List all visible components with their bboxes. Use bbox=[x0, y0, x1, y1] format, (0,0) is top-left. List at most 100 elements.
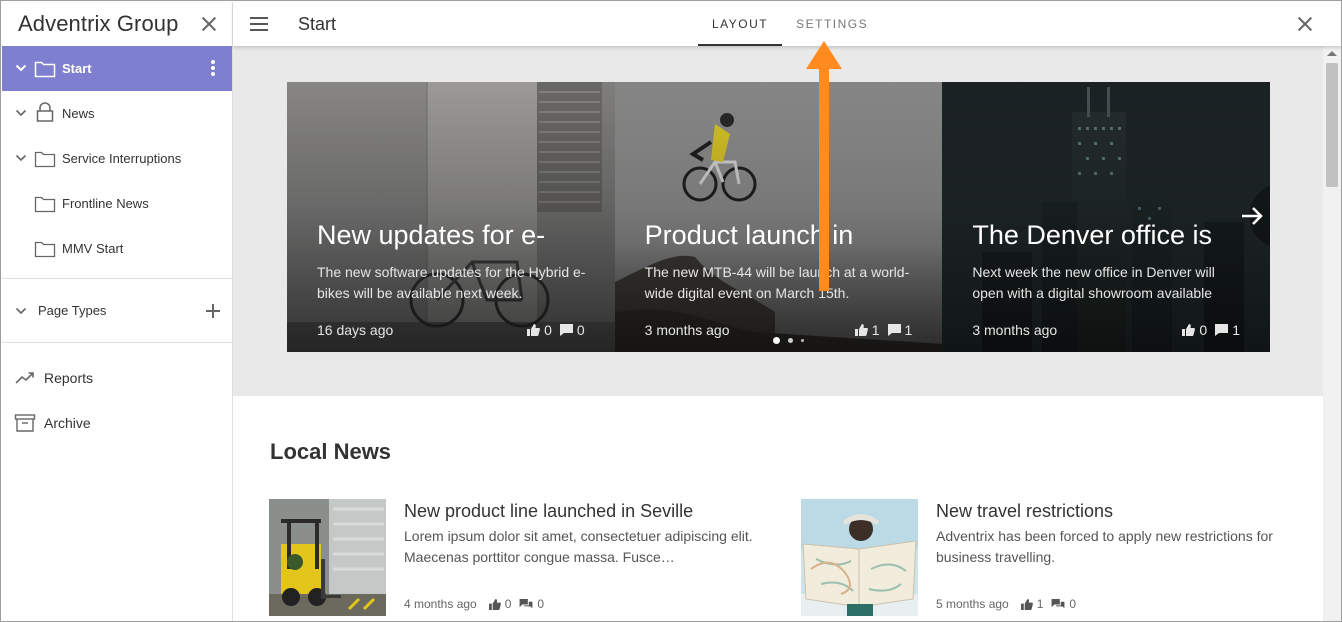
news-meta: 4 months ago 0 0 bbox=[404, 597, 544, 611]
likes-stat[interactable]: 1 bbox=[1020, 597, 1044, 611]
menu-icon[interactable] bbox=[250, 17, 268, 31]
close-icon[interactable] bbox=[1296, 15, 1314, 33]
likes-stat[interactable]: 0 bbox=[488, 597, 511, 611]
archive-box-icon bbox=[14, 413, 36, 433]
thumbs-up-icon bbox=[854, 324, 868, 336]
page-title: Start bbox=[298, 14, 337, 34]
comments-stat[interactable]: 1 bbox=[1215, 322, 1240, 338]
thumbs-up-icon bbox=[1182, 324, 1196, 336]
slide-overlay bbox=[287, 82, 615, 352]
tab-layout[interactable]: LAYOUT bbox=[698, 2, 783, 46]
comments-stat[interactable]: 0 bbox=[1051, 597, 1076, 611]
news-summary: Lorem ipsum dolor sit amet, consectetuer… bbox=[404, 528, 753, 565]
slide-meta: 16 days ago 0 0 bbox=[317, 322, 585, 338]
slide-summary: The new software updates for the Hybrid … bbox=[317, 264, 586, 301]
sidebar-item-news[interactable]: News bbox=[2, 91, 232, 136]
carousel-dot-active[interactable] bbox=[772, 337, 780, 344]
thumbs-up-icon bbox=[1020, 598, 1033, 610]
news-stats: 1 0 bbox=[1020, 597, 1076, 611]
thumbs-up-icon bbox=[527, 324, 540, 336]
comments-stat[interactable]: 1 bbox=[887, 322, 913, 338]
carousel-dot[interactable] bbox=[800, 339, 804, 342]
slide-stats: 0 1 bbox=[1182, 322, 1240, 338]
slide-age: 3 months ago bbox=[972, 322, 1058, 338]
likes-count: 1 bbox=[871, 322, 880, 338]
local-news-title: Local News bbox=[270, 439, 392, 464]
chevron-down-icon[interactable] bbox=[15, 152, 27, 164]
scrollbar-thumb[interactable] bbox=[1326, 63, 1338, 187]
sidebar-item-service-interruptions[interactable]: Service Interruptions bbox=[2, 136, 232, 181]
carousel-dot[interactable] bbox=[787, 338, 793, 343]
page-types-section[interactable]: Page Types bbox=[2, 279, 232, 342]
sidebar-link-archive[interactable]: Archive bbox=[2, 400, 232, 445]
carousel-dots[interactable] bbox=[772, 337, 804, 344]
slide-overlay bbox=[614, 82, 943, 352]
chevron-down-icon[interactable] bbox=[15, 62, 27, 74]
sidebar-link-reports[interactable]: Reports bbox=[2, 355, 232, 400]
comments-count: 0 bbox=[576, 322, 585, 338]
folder-icon bbox=[34, 60, 56, 78]
comments-stat[interactable]: 0 bbox=[559, 322, 585, 338]
likes-count: 1 bbox=[1036, 597, 1044, 611]
comments-count: 0 bbox=[1069, 597, 1077, 611]
top-bar: Start LAYOUT SETTINGS bbox=[233, 2, 1341, 46]
news-meta: 5 months ago 1 0 bbox=[936, 597, 1076, 611]
sidebar-link-label: Reports bbox=[44, 369, 94, 386]
thumbs-up-icon bbox=[488, 598, 501, 610]
likes-stat[interactable]: 0 bbox=[527, 322, 552, 338]
comment-icon bbox=[1215, 324, 1229, 336]
chevron-down-icon[interactable] bbox=[15, 305, 27, 317]
comments-icon bbox=[1051, 598, 1065, 608]
slide-overlay bbox=[942, 82, 1270, 352]
comments-stat[interactable]: 0 bbox=[519, 597, 544, 611]
slide-title[interactable]: New updates for e- bbox=[317, 220, 545, 251]
news-thumbnail bbox=[801, 499, 918, 616]
slide-summary: Next week the new office in Denver will … bbox=[972, 264, 1215, 301]
slide-title[interactable]: The Denver office is bbox=[972, 220, 1212, 251]
page-types-label: Page Types bbox=[38, 303, 107, 318]
news-carousel[interactable]: New updates for e- The new software upda… bbox=[287, 82, 1270, 352]
lock-icon bbox=[34, 101, 56, 123]
add-page-type-icon[interactable] bbox=[206, 304, 220, 318]
folder-icon bbox=[34, 195, 56, 213]
sidebar-item-label: News bbox=[62, 106, 95, 121]
slide-meta: 3 months ago 0 1 bbox=[972, 322, 1240, 338]
slide-summary: The new MTB-44 will be launch at a world… bbox=[644, 264, 910, 301]
carousel-slide[interactable]: The Denver office is Next week the new o… bbox=[942, 82, 1270, 352]
carousel-next-arrow-icon[interactable] bbox=[1234, 186, 1270, 246]
comment-icon bbox=[559, 324, 573, 336]
sidebar-item-label: Start bbox=[62, 61, 92, 76]
sidebar-item-start[interactable]: Start bbox=[2, 46, 232, 91]
carousel-slide[interactable]: Product launch in The new MTB-44 will be… bbox=[614, 82, 943, 352]
editor-tabs: LAYOUT SETTINGS bbox=[698, 2, 882, 46]
news-title[interactable]: New product line launched in Seville bbox=[404, 501, 693, 522]
slide-title[interactable]: Product launch in bbox=[645, 220, 854, 251]
comments-count: 1 bbox=[904, 322, 913, 338]
likes-stat[interactable]: 1 bbox=[854, 322, 880, 338]
sidebar-link-label: Archive bbox=[44, 414, 91, 431]
news-card[interactable]: New product line launched in Seville Lor… bbox=[269, 499, 769, 619]
chevron-down-icon[interactable] bbox=[15, 107, 27, 119]
carousel-slide[interactable]: New updates for e- The new software upda… bbox=[287, 82, 615, 352]
divider bbox=[2, 342, 232, 343]
tab-settings[interactable]: SETTINGS bbox=[782, 2, 882, 46]
comment-icon bbox=[887, 324, 901, 336]
news-age: 4 months ago bbox=[404, 597, 477, 611]
news-stats: 0 0 bbox=[488, 597, 544, 611]
likes-stat[interactable]: 0 bbox=[1182, 322, 1207, 338]
news-title[interactable]: New travel restrictions bbox=[936, 501, 1113, 522]
close-sidebar-icon[interactable] bbox=[200, 15, 218, 33]
news-summary: Adventrix has been forced to apply new r… bbox=[936, 528, 1273, 565]
slide-stats: 1 1 bbox=[854, 322, 913, 338]
slide-age: 16 days ago bbox=[317, 322, 394, 338]
vertical-scrollbar[interactable] bbox=[1323, 46, 1341, 621]
sidebar: Adventrix Group Start News Service Inter… bbox=[2, 2, 233, 621]
page-canvas: New updates for e- The new software upda… bbox=[233, 46, 1323, 621]
folder-icon bbox=[34, 150, 56, 168]
sidebar-item-frontline-news[interactable]: Frontline News bbox=[2, 181, 232, 226]
news-age: 5 months ago bbox=[936, 597, 1009, 611]
news-card[interactable]: New travel restrictions Adventrix has be… bbox=[801, 499, 1301, 619]
sidebar-item-mmv-start[interactable]: MMV Start bbox=[2, 226, 232, 271]
more-vert-icon[interactable] bbox=[211, 60, 215, 76]
scroll-up-arrow-icon[interactable] bbox=[1327, 51, 1337, 56]
